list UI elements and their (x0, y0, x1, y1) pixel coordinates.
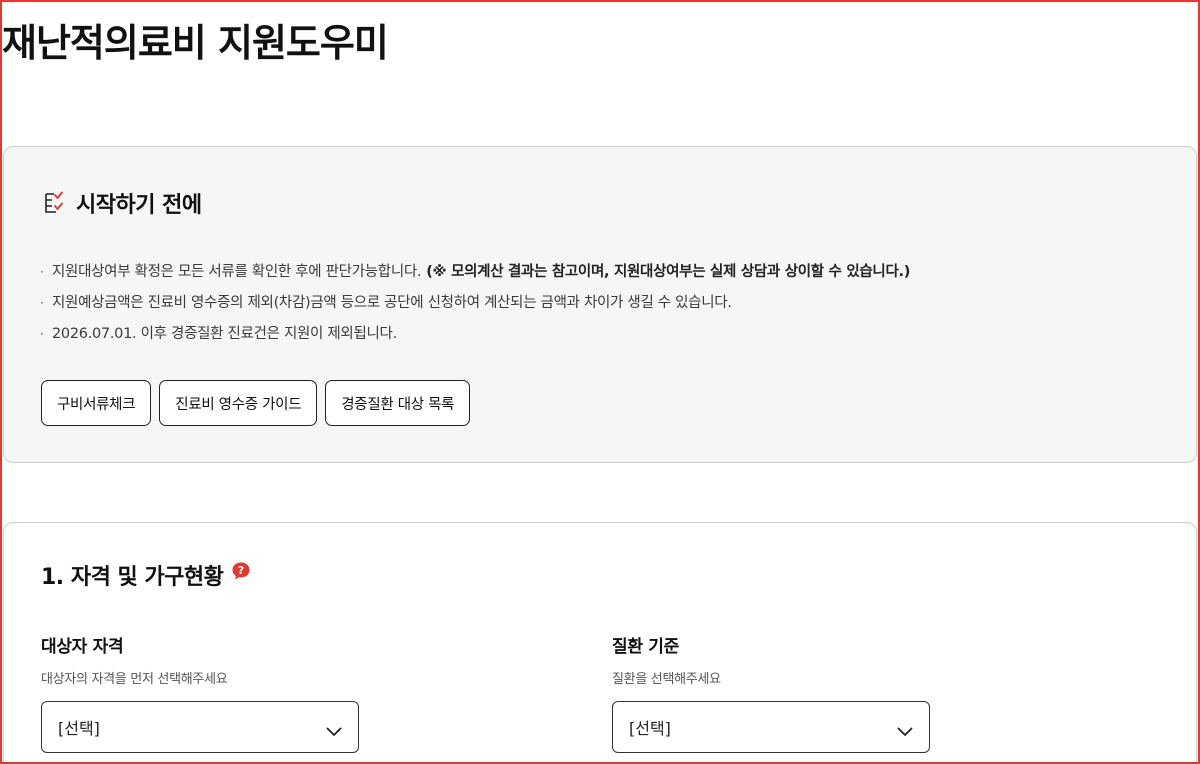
disease-label: 질환 기준 (612, 637, 679, 657)
checklist-icon (42, 190, 68, 216)
disease-select-value: [선택] (629, 719, 671, 738)
chevron-down-icon (897, 722, 913, 736)
page-title: 재난적의료비 지원도우미 (2, 21, 389, 65)
qualification-label: 대상자 자격 (41, 637, 124, 657)
svg-text:?: ? (238, 564, 244, 577)
notice-panel: 시작하기 전에 · 지원대상여부 확정은 모든 서류를 확인한 후에 판단가능합… (3, 146, 1197, 463)
bullet: · (40, 265, 44, 279)
question-bubble-icon[interactable]: ? (231, 561, 251, 581)
notice-item-text: 2026.07.01. 이후 경증질환 진료건은 지원이 제외됩니다. (52, 326, 397, 342)
section-title: 1. 자격 및 가구현황 (41, 565, 224, 590)
bullet: · (40, 327, 44, 341)
notice-header: 시작하기 전에 (42, 187, 202, 219)
qualification-help: 대상자의 자격을 먼저 선택해주세요 (41, 672, 228, 687)
disease-select[interactable]: [선택] (612, 701, 930, 753)
minor-disease-list-button[interactable]: 경증질환 대상 목록 (325, 380, 471, 426)
disease-field: 질환 기준 질환을 선택해주세요 [선택] (612, 635, 932, 753)
notice-item-text: 지원대상여부 확정은 모든 서류를 확인한 후에 판단가능합니다. (52, 264, 422, 280)
section-header: 1. 자격 및 가구현황 ? (41, 561, 251, 593)
qualification-field: 대상자 자격 대상자의 자격을 먼저 선택해주세요 [선택] (41, 635, 361, 753)
disease-help: 질환을 선택해주세요 (612, 672, 721, 687)
bullet: · (40, 296, 44, 310)
notice-list: · 지원대상여부 확정은 모든 서류를 확인한 후에 판단가능합니다. (※ 모… (40, 257, 910, 350)
qualification-section: 1. 자격 및 가구현황 ? 대상자 자격 대상자의 자격을 먼저 선택해주세요… (3, 522, 1197, 764)
list-item: · 지원대상여부 확정은 모든 서류를 확인한 후에 판단가능합니다. (※ 모… (40, 257, 910, 288)
qualification-select[interactable]: [선택] (41, 701, 359, 753)
list-item: · 지원예상금액은 진료비 영수증의 제외(차감)금액 등으로 공단에 신청하여… (40, 288, 910, 319)
notice-title: 시작하기 전에 (76, 193, 202, 218)
document-check-button[interactable]: 구비서류체크 (41, 380, 152, 426)
notice-item-emphasis: (※ 모의계산 결과는 참고이며, 지원대상여부는 실제 상담과 상이할 수 있… (426, 264, 911, 280)
qualification-select-value: [선택] (58, 719, 100, 738)
chevron-down-icon (326, 722, 342, 736)
list-item: · 2026.07.01. 이후 경증질환 진료건은 지원이 제외됩니다. (40, 319, 910, 350)
notice-item-text: 지원예상금액은 진료비 영수증의 제외(차감)금액 등으로 공단에 신청하여 계… (52, 295, 732, 311)
notice-button-row: 구비서류체크 진료비 영수증 가이드 경증질환 대상 목록 (41, 380, 471, 426)
receipt-guide-button[interactable]: 진료비 영수증 가이드 (159, 380, 318, 426)
